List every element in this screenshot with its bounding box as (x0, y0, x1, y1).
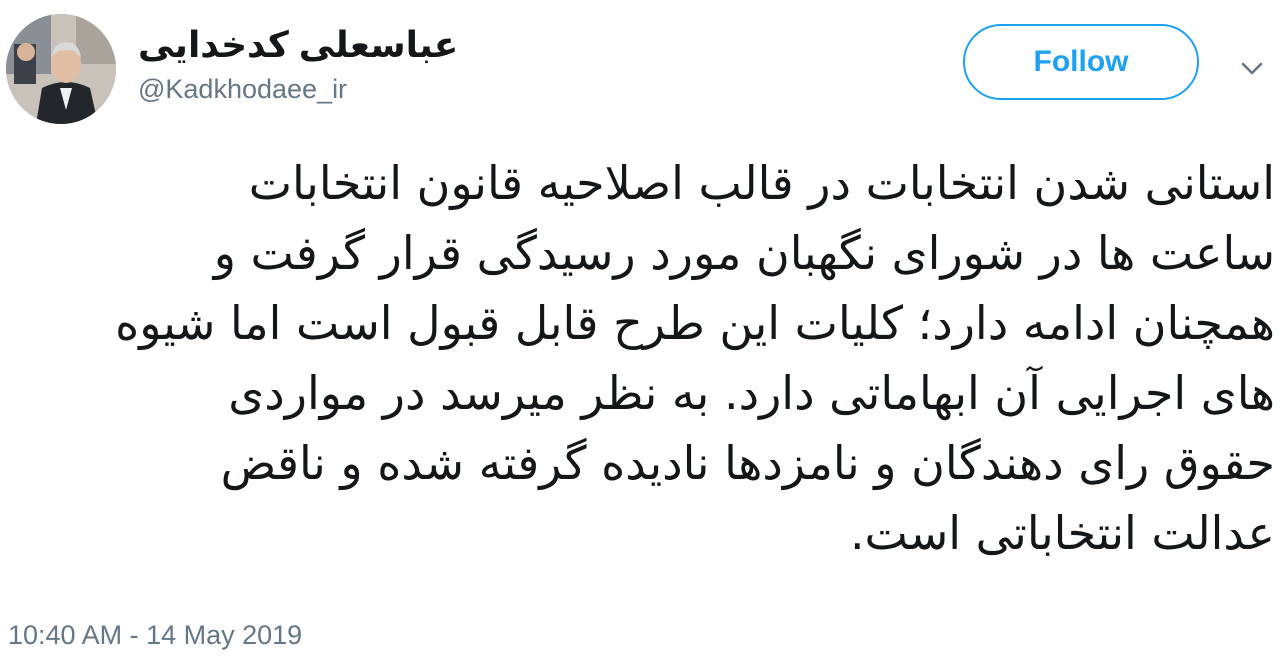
tweet-text: استانی شدن انتخابات در قالب اصلاحیه قانو… (20, 148, 1275, 568)
tweet-text-line: عدالت انتخاباتی است. (849, 506, 1275, 560)
tweet-text-line: های اجرایی آن ابهاماتی دارد. به نظر میرس… (228, 366, 1275, 420)
display-name[interactable]: عباسعلی کدخدایی (138, 24, 458, 66)
tweet-text-line: ساعت ها در شورای نگهبان مورد رسیدگی قرار… (213, 226, 1275, 280)
username-handle[interactable]: @Kadkhodaee_ir (138, 74, 347, 105)
follow-button[interactable]: Follow (963, 24, 1199, 100)
tweet-text-line: همچنان ادامه دارد؛ کلیات این طرح قابل قب… (115, 296, 1275, 350)
tweet-text-line: حقوق رای دهندگان و نامزدها نادیده گرفته … (220, 436, 1275, 490)
tweet-text-line: استانی شدن انتخابات در قالب اصلاحیه قانو… (248, 156, 1275, 210)
chevron-down-icon (1241, 62, 1263, 75)
tweet-timestamp[interactable]: 10:40 AM - 14 May 2019 (8, 620, 302, 651)
avatar-photo (6, 14, 116, 124)
avatar[interactable] (6, 14, 116, 124)
more-options-button[interactable] (1236, 56, 1268, 82)
